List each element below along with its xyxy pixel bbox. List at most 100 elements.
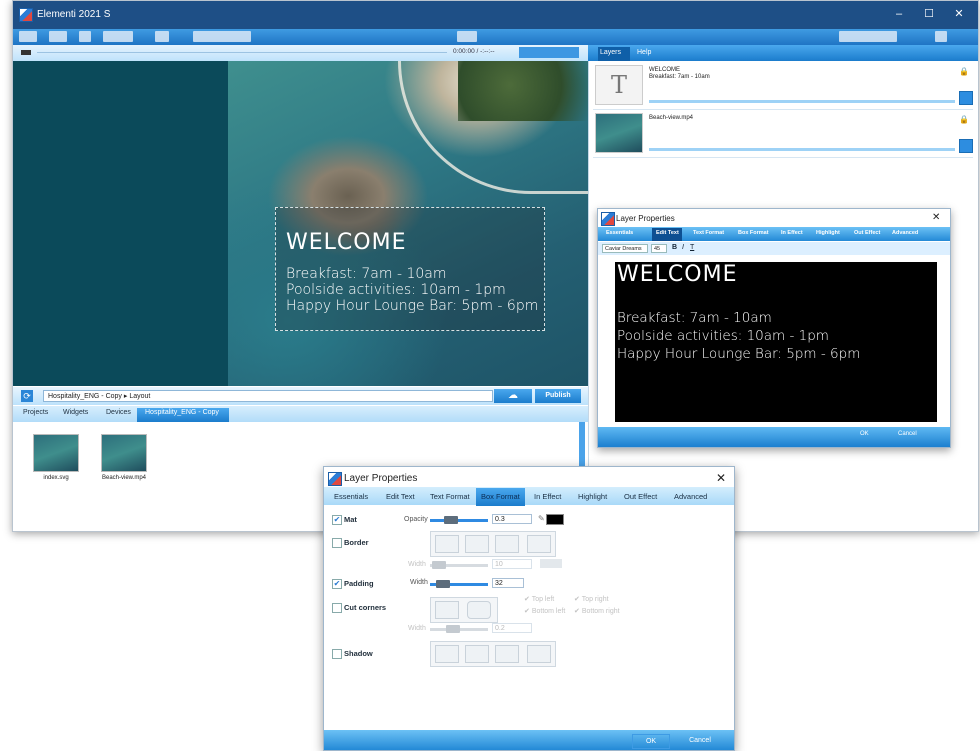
welcome-text-layer[interactable]: WELCOME Breakfast: 7am - 10am Poolside a… [275, 207, 545, 331]
opacity-input[interactable]: 0.3 [492, 514, 532, 524]
tab-essentials[interactable]: Essentials [606, 230, 633, 236]
minimize-icon[interactable]: – [889, 6, 909, 22]
cancel-button[interactable]: Cancel [898, 431, 917, 437]
border-style-option[interactable] [495, 535, 519, 553]
align-buttons[interactable] [193, 31, 251, 42]
corner-top-right[interactable]: ✔ Top right [574, 595, 609, 603]
padding-checkbox[interactable]: ✔ [332, 579, 342, 589]
padding-width-slider-knob[interactable] [436, 580, 450, 588]
corner-bottom-left[interactable]: ✔ Bottom left [524, 607, 565, 615]
vertical-scrollbar[interactable] [579, 422, 585, 472]
cut-corner-style-group[interactable] [430, 597, 498, 623]
border-style-option[interactable] [435, 535, 459, 553]
opacity-slider-track[interactable] [430, 519, 488, 522]
border-width-input[interactable]: 10 [492, 559, 532, 569]
cut-copy-button[interactable] [103, 31, 133, 42]
tab-highlight[interactable]: Highlight [578, 492, 607, 501]
preview-canvas[interactable]: WELCOME Breakfast: 7am - 10am Poolside a… [13, 61, 588, 386]
border-style-group[interactable] [430, 531, 556, 557]
tab-hospitality[interactable]: Hospitality_ENG - Copy [145, 409, 219, 416]
cut-corners-width-slider-knob[interactable] [446, 625, 460, 633]
layer-timeline-bar[interactable] [649, 100, 955, 103]
tab-in-effect[interactable]: In Effect [534, 492, 561, 501]
layer-timeline-bar[interactable] [649, 148, 955, 151]
maximize-icon[interactable]: ☐ [919, 6, 939, 22]
lock-icon[interactable]: 🔒 [959, 67, 969, 76]
tab-in-effect[interactable]: In Effect [781, 230, 803, 236]
tab-widgets[interactable]: Widgets [63, 409, 88, 416]
save-button[interactable] [79, 31, 91, 42]
upload-cloud-icon[interactable]: ☁ [494, 389, 532, 403]
corner-bottom-right[interactable]: ✔ Bottom right [574, 607, 620, 615]
italic-icon[interactable]: I [682, 244, 684, 251]
cancel-button[interactable]: Cancel [680, 734, 720, 747]
font-size-select[interactable]: 45 [651, 244, 667, 253]
file-item[interactable]: index.svg [33, 434, 79, 481]
border-style-option[interactable] [465, 535, 489, 553]
border-style-option[interactable] [527, 535, 551, 553]
tab-out-effect[interactable]: Out Effect [624, 492, 657, 501]
padding-width-input[interactable]: 32 [492, 578, 524, 588]
shadow-style-group[interactable] [430, 641, 556, 667]
tab-box-format[interactable]: Box Format [476, 488, 525, 506]
close-icon[interactable]: ✕ [949, 6, 969, 22]
cut-corners-checkbox[interactable] [332, 603, 342, 613]
opacity-slider-knob[interactable] [444, 516, 458, 524]
tab-advanced[interactable]: Advanced [674, 492, 707, 501]
cut-corners-width-input[interactable]: 0.2 [492, 623, 532, 633]
close-icon[interactable]: ✕ [932, 212, 940, 223]
text-editor[interactable]: WELCOME Breakfast: 7am - 10am Poolside a… [615, 262, 937, 422]
shadow-style-option[interactable] [527, 645, 551, 663]
timeline-handle[interactable] [21, 50, 31, 55]
tab-edit-text[interactable]: Edit Text [656, 230, 679, 236]
layer-item-video[interactable]: Beach-view.mp4 🔒 [593, 111, 973, 158]
cut-corner-option[interactable] [467, 601, 491, 619]
tab-edit-text[interactable]: Edit Text [386, 492, 415, 501]
tab-advanced[interactable]: Advanced [892, 230, 918, 236]
tab-box-format[interactable]: Box Format [738, 230, 769, 236]
border-checkbox[interactable] [332, 538, 342, 548]
close-icon[interactable]: ✕ [716, 471, 726, 485]
file-item[interactable]: Beach-view.mp4 [101, 434, 147, 481]
shadow-checkbox[interactable] [332, 649, 342, 659]
lock-icon[interactable]: 🔒 [959, 115, 969, 124]
border-color-swatch[interactable] [540, 559, 562, 568]
tab-projects[interactable]: Projects [23, 409, 48, 416]
color-picker-icon[interactable]: ✎ [538, 514, 545, 523]
tab-highlight[interactable]: Highlight [816, 230, 840, 236]
font-select[interactable]: Caviar Dreams [602, 244, 648, 253]
tab-help[interactable]: Help [637, 49, 651, 56]
tab-layers[interactable]: Layers [600, 49, 621, 56]
mat-checkbox[interactable]: ✔ [332, 515, 342, 525]
corner-top-left[interactable]: ✔ Top left [524, 595, 554, 603]
new-button[interactable] [49, 31, 67, 42]
layer-item-text[interactable]: T WELCOME Breakfast: 7am - 10am 🔒 [593, 63, 973, 110]
ok-button[interactable]: OK [860, 431, 869, 437]
path-breadcrumb[interactable]: Hospitality_ENG - Copy ▸ Layout [43, 390, 493, 402]
layer-visibility-button[interactable] [959, 91, 973, 105]
underline-icon[interactable]: T [690, 244, 694, 251]
tab-out-effect[interactable]: Out Effect [854, 230, 880, 236]
tab-text-format[interactable]: Text Format [693, 230, 724, 236]
playback-controls[interactable] [519, 47, 579, 58]
help-button[interactable] [935, 31, 947, 42]
tab-essentials[interactable]: Essentials [334, 492, 368, 501]
mat-color-swatch[interactable] [546, 514, 564, 525]
cut-corner-option[interactable] [435, 601, 459, 619]
publish-button[interactable]: Publish [535, 389, 581, 403]
shadow-style-option[interactable] [435, 645, 459, 663]
bold-icon[interactable]: B [672, 244, 677, 251]
shadow-style-option[interactable] [465, 645, 489, 663]
layer-visibility-button[interactable] [959, 139, 973, 153]
arrange-button[interactable] [457, 31, 477, 42]
shadow-style-option[interactable] [495, 645, 519, 663]
insert-buttons[interactable] [839, 31, 897, 42]
tab-text-format[interactable]: Text Format [430, 492, 470, 501]
menu-button[interactable] [19, 31, 37, 42]
undo-button[interactable] [155, 31, 169, 42]
timeline-track[interactable] [37, 52, 447, 53]
border-width-slider-knob[interactable] [432, 561, 446, 569]
ok-button[interactable]: OK [632, 734, 670, 749]
refresh-icon[interactable]: ⟳ [21, 390, 33, 402]
tab-devices[interactable]: Devices [106, 409, 131, 416]
